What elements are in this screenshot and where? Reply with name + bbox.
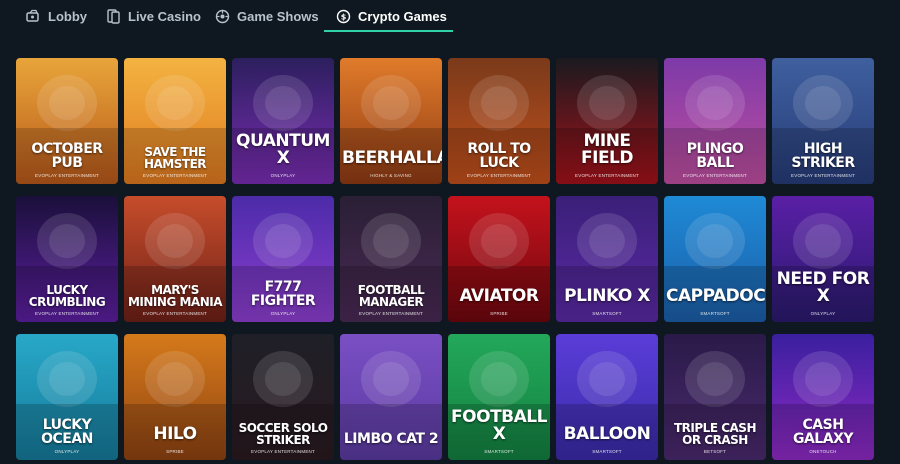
game-title: CASH GALAXY	[792, 417, 854, 447]
game-title: NEED FOR X	[776, 269, 870, 306]
game-provider: EVOPLAY ENTERTAINMENT	[791, 173, 855, 178]
game-title: LUCKY CRUMBLING	[28, 283, 106, 309]
game-card[interactable]: OCTOBER PUB EVOPLAY ENTERTAINMENT	[16, 58, 118, 184]
game-provider: ONLYPLAY	[270, 173, 296, 178]
category-tabs: Lobby Live Casino Game Shows $ Crypto Ga…	[0, 0, 900, 34]
game-title: SOCCER SOLO STRIKER	[238, 421, 328, 447]
game-card[interactable]: LUCKY OCEAN ONLYPLAY	[16, 334, 118, 460]
lobby-icon	[26, 9, 41, 24]
game-title: BALLOON	[563, 424, 651, 444]
game-card[interactable]: CAPPADOCIA SMARTSOFT	[664, 196, 766, 322]
tab-game-shows-label: Game Shows	[237, 8, 319, 24]
game-provider: ONLYPLAY	[54, 449, 80, 454]
game-card[interactable]: TRIPLE CASH OR CRASH BETSOFT	[664, 334, 766, 460]
game-title: CAPPADOCIA	[666, 286, 766, 306]
game-title: ROLL TO LUCK	[467, 141, 531, 171]
game-provider: SPRIBE	[166, 449, 184, 454]
svg-text:$: $	[341, 12, 347, 21]
game-provider: EVOPLAY ENTERTAINMENT	[143, 311, 207, 316]
game-provider: ONETOUCH	[809, 449, 837, 454]
game-provider: HIGHLY & SAVING	[370, 173, 412, 178]
game-card[interactable]: BALLOON SMARTSOFT	[556, 334, 658, 460]
game-card[interactable]: HILO SPRIBE	[124, 334, 226, 460]
game-provider: ONLYPLAY	[810, 311, 836, 316]
tab-crypto-games[interactable]: $ Crypto Games	[336, 0, 447, 32]
game-provider: EVOPLAY ENTERTAINMENT	[575, 173, 639, 178]
game-provider: SMARTSOFT	[592, 449, 622, 454]
game-card[interactable]: CASH GALAXY ONETOUCH	[772, 334, 874, 460]
tab-crypto-games-label: Crypto Games	[358, 8, 447, 24]
game-card[interactable]: NEED FOR X ONLYPLAY	[772, 196, 874, 322]
tab-game-shows[interactable]: Game Shows	[215, 0, 319, 32]
game-provider: ONLYPLAY	[270, 311, 296, 316]
game-card[interactable]: LUCKY CRUMBLING EVOPLAY ENTERTAINMENT	[16, 196, 118, 322]
game-title: LUCKY OCEAN	[41, 417, 93, 447]
crypto-icon: $	[336, 9, 351, 24]
game-provider: EVOPLAY ENTERTAINMENT	[35, 311, 99, 316]
game-provider: EVOPLAY ENTERTAINMENT	[359, 311, 423, 316]
game-provider: SMARTSOFT	[592, 311, 622, 316]
game-card[interactable]: QUANTUM X ONLYPLAY	[232, 58, 334, 184]
game-card[interactable]: PLINKO X SMARTSOFT	[556, 196, 658, 322]
game-title: QUANTUM X	[236, 131, 330, 168]
game-card[interactable]: ROLL TO LUCK EVOPLAY ENTERTAINMENT	[448, 58, 550, 184]
game-title: MARY'S MINING MANIA	[127, 283, 223, 309]
game-title: PLINGO BALL	[686, 141, 744, 171]
game-title: F777 FIGHTER	[250, 279, 316, 309]
game-card[interactable]: PLINGO BALL EVOPLAY ENTERTAINMENT	[664, 58, 766, 184]
tab-live-casino-label: Live Casino	[128, 8, 201, 24]
game-title: PLINKO X	[564, 286, 650, 306]
game-card[interactable]: BEERHALLA HIGHLY & SAVING	[340, 58, 442, 184]
game-card[interactable]: AVIATOR SPRIBE	[448, 196, 550, 322]
game-title: FOOTBALL MANAGER	[357, 283, 425, 309]
game-provider: EVOPLAY ENTERTAINMENT	[467, 173, 531, 178]
game-card[interactable]: LIMBO CAT 2	[340, 334, 442, 460]
game-provider: SPRIBE	[490, 311, 508, 316]
game-card[interactable]: MARY'S MINING MANIA EVOPLAY ENTERTAINMENT	[124, 196, 226, 322]
game-shows-icon	[215, 9, 230, 24]
game-card[interactable]: FOOTBALL X SMARTSOFT	[448, 334, 550, 460]
tab-live-casino[interactable]: Live Casino	[106, 0, 201, 32]
game-provider: EVOPLAY ENTERTAINMENT	[143, 173, 207, 178]
game-card[interactable]: F777 FIGHTER ONLYPLAY	[232, 196, 334, 322]
game-provider: EVOPLAY ENTERTAINMENT	[251, 449, 315, 454]
game-provider: SMARTSOFT	[484, 449, 514, 454]
game-title: TRIPLE CASH OR CRASH	[674, 421, 757, 447]
game-title: AVIATOR	[459, 286, 539, 306]
game-title: OCTOBER PUB	[31, 141, 103, 171]
game-title: SAVE THE HAMSTER	[143, 145, 207, 171]
game-card[interactable]: HIGH STRIKER EVOPLAY ENTERTAINMENT	[772, 58, 874, 184]
game-provider: EVOPLAY ENTERTAINMENT	[35, 173, 99, 178]
game-card[interactable]: SOCCER SOLO STRIKER EVOPLAY ENTERTAINMENT	[232, 334, 334, 460]
active-tab-indicator	[324, 30, 453, 32]
game-card[interactable]: FOOTBALL MANAGER EVOPLAY ENTERTAINMENT	[340, 196, 442, 322]
tab-lobby[interactable]: Lobby	[26, 0, 87, 32]
game-title: BEERHALLA	[342, 148, 442, 168]
game-card[interactable]: SAVE THE HAMSTER EVOPLAY ENTERTAINMENT	[124, 58, 226, 184]
live-casino-icon	[106, 8, 121, 24]
game-provider: BETSOFT	[703, 449, 727, 454]
tab-lobby-label: Lobby	[48, 8, 87, 24]
game-title: HIGH STRIKER	[791, 141, 855, 171]
game-card[interactable]: MINE FIELD EVOPLAY ENTERTAINMENT	[556, 58, 658, 184]
game-provider: SMARTSOFT	[700, 311, 730, 316]
game-title: LIMBO CAT 2	[343, 431, 439, 447]
game-title: HILO	[153, 424, 197, 444]
game-title: MINE FIELD	[581, 131, 634, 168]
game-title: FOOTBALL X	[451, 407, 547, 444]
game-provider: EVOPLAY ENTERTAINMENT	[683, 173, 747, 178]
